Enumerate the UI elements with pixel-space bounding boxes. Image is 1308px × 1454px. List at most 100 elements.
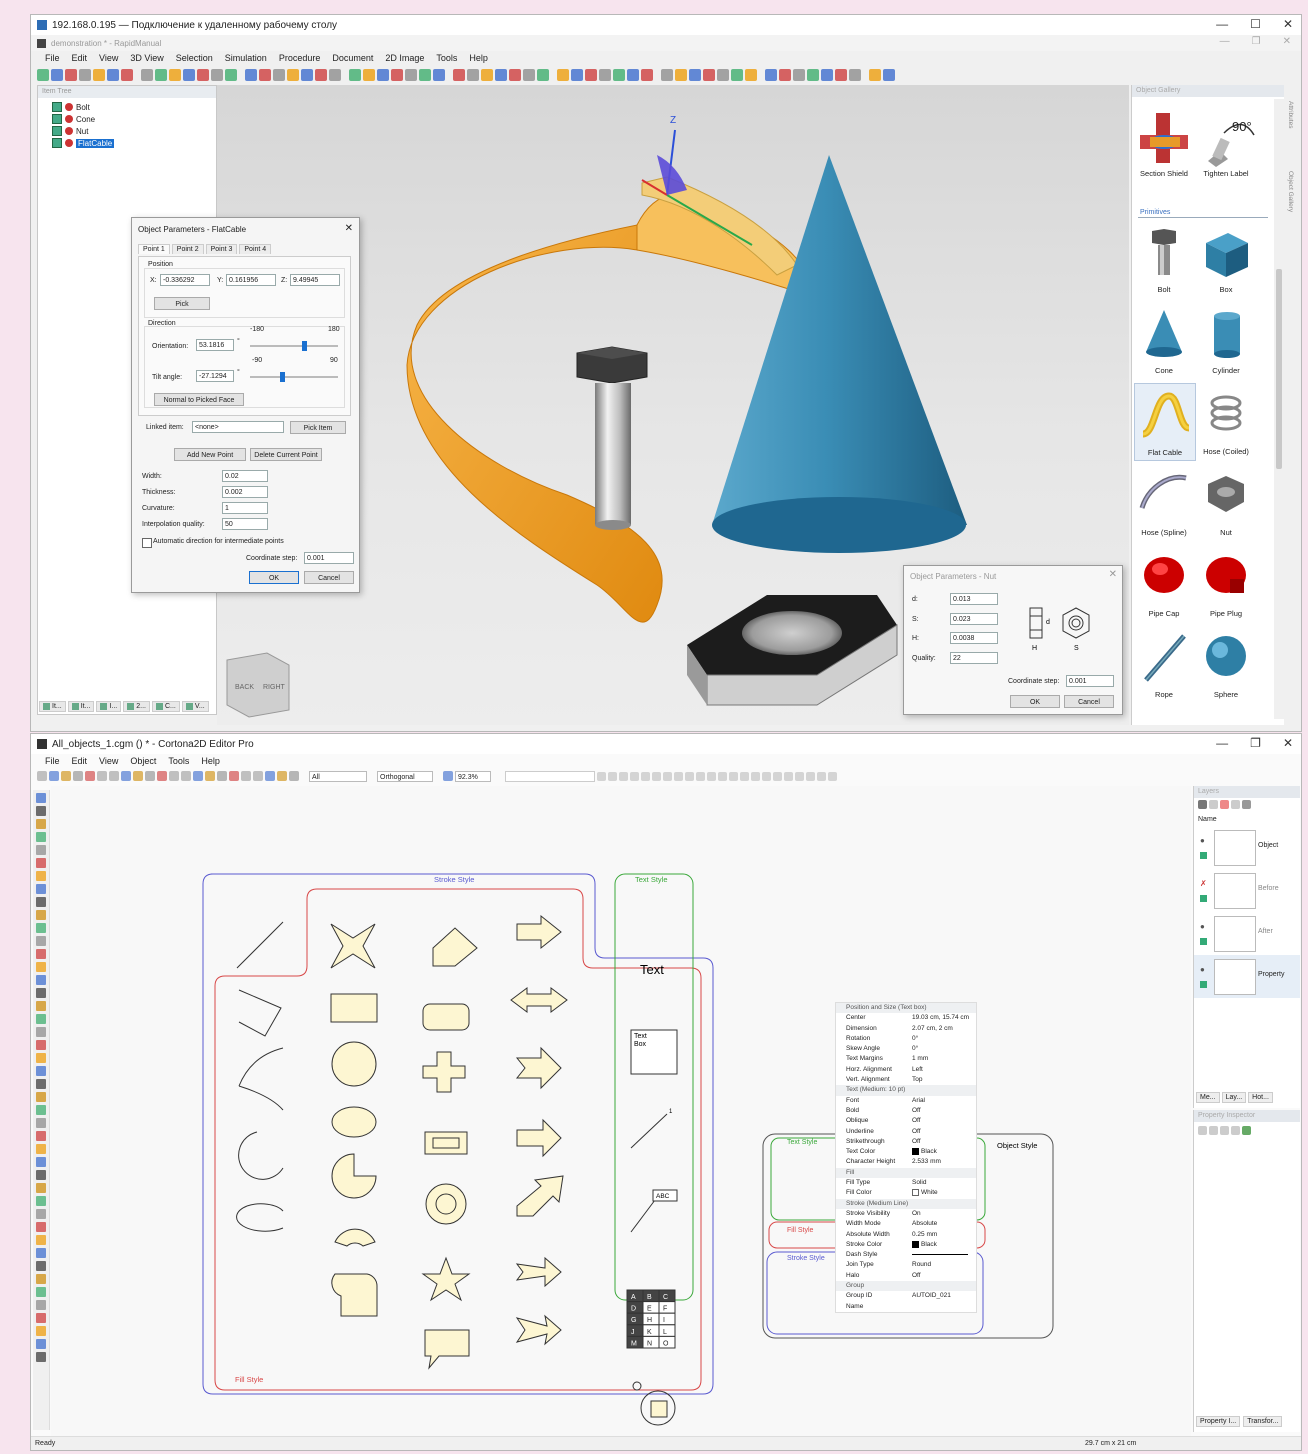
text-format-icon[interactable] bbox=[707, 771, 716, 781]
drawing-tool-icon[interactable] bbox=[36, 988, 46, 998]
text-format-icon[interactable] bbox=[641, 771, 650, 781]
cortona-restore-icon[interactable]: ❐ bbox=[1250, 736, 1261, 750]
flatcable-ok-button[interactable]: OK bbox=[249, 571, 299, 584]
drawing-tool-icon[interactable] bbox=[36, 897, 46, 907]
layers-tab[interactable]: Lay... bbox=[1221, 1092, 1247, 1103]
text-format-icon[interactable] bbox=[740, 771, 749, 781]
toolbar-icon[interactable] bbox=[79, 69, 91, 81]
drawing-tool-icon[interactable] bbox=[36, 975, 46, 985]
text-format-icon[interactable] bbox=[608, 771, 617, 781]
bottom-tab[interactable]: 2... bbox=[123, 701, 150, 712]
flatcable-close-icon[interactable]: ✕ bbox=[345, 223, 353, 234]
menu-procedure[interactable]: Procedure bbox=[279, 53, 321, 63]
point-tab-1[interactable]: Point 1 bbox=[138, 244, 170, 254]
layer-row-before[interactable]: ✗ Before bbox=[1194, 869, 1300, 912]
text-format-icon[interactable] bbox=[773, 771, 782, 781]
side-tab[interactable]: Object Gallery bbox=[1287, 171, 1294, 231]
toolbar-icon[interactable] bbox=[405, 69, 417, 81]
drawing-tool-icon[interactable] bbox=[36, 1131, 46, 1141]
drawing-tool-icon[interactable] bbox=[36, 1274, 46, 1284]
toolbar-icon[interactable] bbox=[273, 69, 285, 81]
toolbar-icon[interactable] bbox=[883, 69, 895, 81]
orientation-slider-thumb[interactable] bbox=[302, 341, 307, 351]
toolbar-icon[interactable] bbox=[557, 69, 569, 81]
cortona-toolbar-icon[interactable] bbox=[145, 771, 155, 781]
text-format-icon[interactable] bbox=[718, 771, 727, 781]
tree-item-nut[interactable]: Nut bbox=[52, 125, 114, 137]
section-shield-icon[interactable] bbox=[1136, 109, 1192, 167]
point-tab-2[interactable]: Point 2 bbox=[171, 244, 204, 254]
toolbar-icon[interactable] bbox=[495, 69, 507, 81]
layer-filter-select[interactable]: All bbox=[309, 770, 367, 782]
lock-icon[interactable] bbox=[1200, 981, 1207, 988]
text-format-icon[interactable] bbox=[806, 771, 815, 781]
drawing-tool-icon[interactable] bbox=[36, 1313, 46, 1323]
text-format-icon[interactable] bbox=[674, 771, 683, 781]
nut-s-input[interactable]: 0.023 bbox=[950, 613, 998, 625]
drawing-tool-icon[interactable] bbox=[36, 1066, 46, 1076]
gallery-item-nut[interactable]: Nut bbox=[1196, 464, 1258, 542]
tighten-label-icon[interactable]: 90° bbox=[1202, 109, 1258, 167]
drawing-tool-icon[interactable] bbox=[36, 1092, 46, 1102]
menu-tools[interactable]: Tools bbox=[436, 53, 457, 63]
drawing-tool-icon[interactable] bbox=[36, 1170, 46, 1180]
lock-icon[interactable] bbox=[1200, 938, 1207, 945]
drawing-canvas[interactable]: Stroke Style Text Style Fill Style Text … bbox=[51, 786, 1191, 1436]
drawing-tool-icon[interactable] bbox=[36, 1261, 46, 1271]
primitives-section[interactable]: Primitives bbox=[1140, 209, 1170, 216]
zoom-level[interactable]: 92.3% bbox=[455, 770, 491, 782]
tilt-slider-thumb[interactable] bbox=[280, 372, 285, 382]
toolbar-icon[interactable] bbox=[745, 69, 757, 81]
toolbar-icon[interactable] bbox=[121, 69, 133, 81]
menu-help[interactable]: Help bbox=[469, 53, 488, 63]
bottom-tab[interactable]: I... bbox=[96, 701, 122, 712]
toolbar-icon[interactable] bbox=[571, 69, 583, 81]
point-tab-3[interactable]: Point 3 bbox=[205, 244, 238, 254]
gallery-item-cylinder[interactable]: Cylinder bbox=[1196, 302, 1258, 380]
cortona-toolbar-icon[interactable] bbox=[85, 771, 95, 781]
auto-direction-checkbox[interactable] bbox=[142, 538, 152, 548]
toolbar-icon[interactable] bbox=[391, 69, 403, 81]
cortona-minimize-icon[interactable]: — bbox=[1216, 736, 1228, 750]
font-select[interactable] bbox=[505, 770, 595, 782]
drawing-tool-icon[interactable] bbox=[36, 1339, 46, 1349]
toolbar-icon[interactable] bbox=[183, 69, 195, 81]
eye-icon[interactable]: ● bbox=[1200, 965, 1205, 974]
toolbar-icon[interactable] bbox=[689, 69, 701, 81]
drawing-tool-icon[interactable] bbox=[36, 1040, 46, 1050]
text-format-icon[interactable] bbox=[751, 771, 760, 781]
toolbar-icon[interactable] bbox=[793, 69, 805, 81]
toolbar-icon[interactable] bbox=[349, 69, 361, 81]
drawing-tool-icon[interactable] bbox=[36, 1053, 46, 1063]
drawing-tool-icon[interactable] bbox=[36, 1248, 46, 1258]
menu-2d-image[interactable]: 2D Image bbox=[385, 53, 424, 63]
toolbar-icon[interactable] bbox=[765, 69, 777, 81]
toolbar-icon[interactable] bbox=[613, 69, 625, 81]
close-icon[interactable]: ✕ bbox=[1283, 17, 1293, 31]
toolbar-icon[interactable] bbox=[287, 69, 299, 81]
nut-cancel-button[interactable]: Cancel bbox=[1064, 695, 1114, 708]
drawing-tool-icon[interactable] bbox=[36, 910, 46, 920]
gallery-item-flat-cable[interactable]: Flat Cable bbox=[1134, 383, 1196, 461]
tilt-input[interactable]: -27.1294 bbox=[196, 370, 234, 382]
drawing-tool-icon[interactable] bbox=[36, 949, 46, 959]
text-format-icon[interactable] bbox=[652, 771, 661, 781]
drawing-tool-icon[interactable] bbox=[36, 1287, 46, 1297]
drawing-tool-icon[interactable] bbox=[36, 1079, 46, 1089]
y-input[interactable]: 0.161956 bbox=[226, 274, 276, 286]
menu-selection[interactable]: Selection bbox=[176, 53, 213, 63]
cortona-menu-tools[interactable]: Tools bbox=[168, 756, 189, 766]
gallery-item-bolt[interactable]: Bolt bbox=[1134, 221, 1196, 299]
cortona-toolbar-icon[interactable] bbox=[193, 771, 203, 781]
menu-edit[interactable]: Edit bbox=[72, 53, 88, 63]
drawing-tool-icon[interactable] bbox=[36, 1235, 46, 1245]
toolbar-icon[interactable] bbox=[363, 69, 375, 81]
nut-ok-button[interactable]: OK bbox=[1010, 695, 1060, 708]
bottom-tab[interactable]: It... bbox=[67, 701, 95, 712]
drawing-tool-icon[interactable] bbox=[36, 1157, 46, 1167]
toolbar-icon[interactable] bbox=[835, 69, 847, 81]
view-cube-right[interactable]: RIGHT bbox=[263, 684, 286, 691]
layer-row-property[interactable]: ● Property bbox=[1194, 955, 1300, 998]
thickness-input[interactable]: 0.002 bbox=[222, 486, 268, 498]
toolbar-icon[interactable] bbox=[537, 69, 549, 81]
